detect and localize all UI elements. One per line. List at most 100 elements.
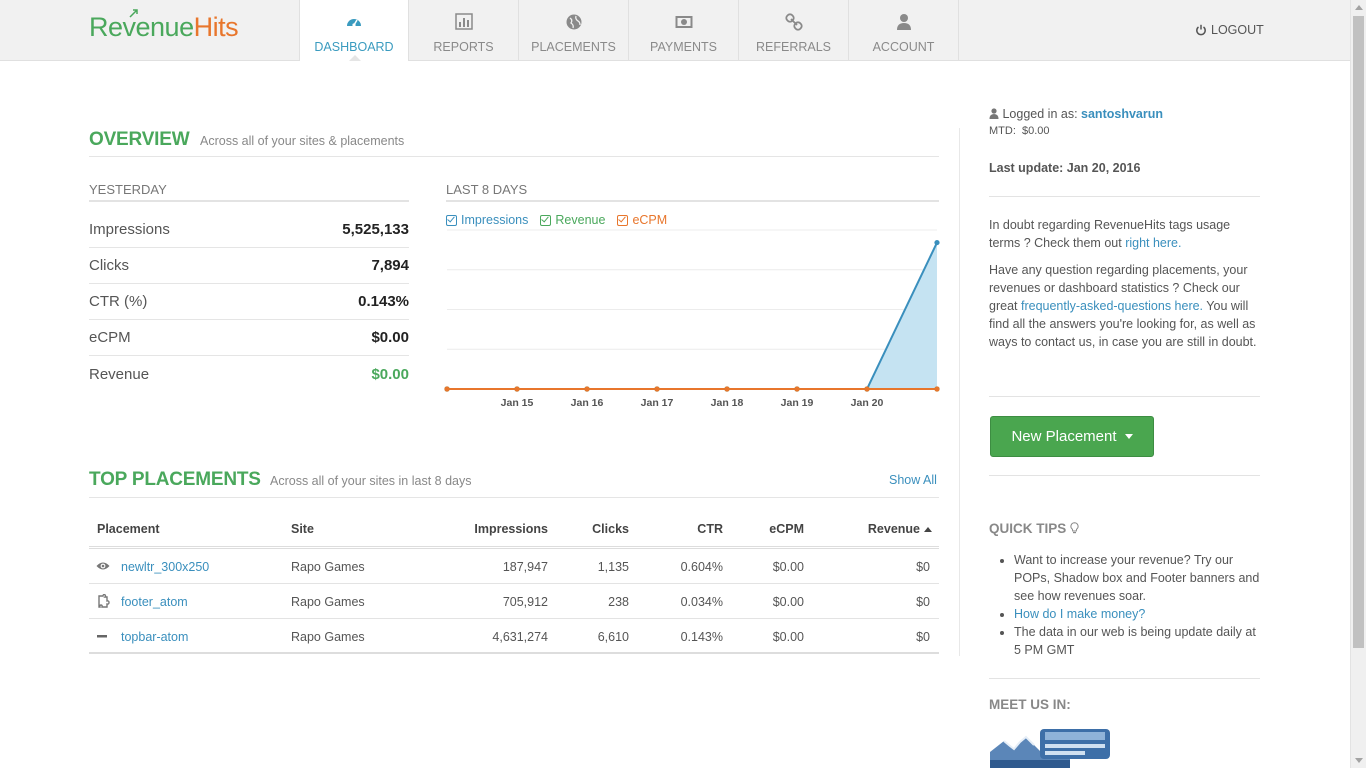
data-point-ecpm bbox=[584, 386, 590, 392]
cell-site: Rapo Games bbox=[291, 630, 365, 644]
data-point-ecpm bbox=[514, 386, 520, 392]
cell-site: Rapo Games bbox=[291, 595, 365, 609]
sidebar-rule bbox=[989, 678, 1260, 679]
logo-text-revenue: Revenue bbox=[89, 12, 194, 42]
tip-item-link[interactable]: How do I make money? bbox=[1014, 605, 1264, 623]
last-8-days-chart: Jan 15 Jan 16 Jan 17 Jan 18 Jan 19 Jan 20 bbox=[444, 229, 940, 409]
placement-link[interactable]: topbar-atom bbox=[121, 630, 188, 644]
data-point-ecpm bbox=[794, 386, 800, 392]
nav-placements[interactable]: PLACEMENTS bbox=[519, 0, 629, 61]
col-header-impressions[interactable]: Impressions bbox=[474, 522, 548, 536]
lightbulb-icon bbox=[1070, 522, 1079, 534]
col-header-ecpm[interactable]: eCPM bbox=[769, 522, 804, 536]
legend-impressions-toggle[interactable]: Impressions bbox=[446, 213, 528, 227]
scroll-thumb[interactable] bbox=[1353, 16, 1364, 648]
cell-revenue: $0 bbox=[916, 630, 930, 644]
cell-revenue: $0 bbox=[916, 560, 930, 574]
logout-label: LOGOUT bbox=[1211, 23, 1264, 37]
link-icon bbox=[739, 13, 848, 31]
logged-in-label: Logged in as: bbox=[1002, 107, 1078, 121]
sidebar-divider bbox=[959, 128, 960, 656]
stat-value: $0.00 bbox=[371, 365, 409, 383]
col-header-placement[interactable]: Placement bbox=[97, 522, 160, 536]
main-nav: DASHBOARD REPORTS PLACEMENTS PAYMENTS RE… bbox=[299, 0, 959, 61]
overview-divider bbox=[89, 156, 939, 157]
eye-icon bbox=[96, 562, 110, 570]
col-header-site[interactable]: Site bbox=[291, 522, 314, 536]
puzzle-icon bbox=[98, 594, 110, 608]
top-placements-divider bbox=[89, 497, 939, 498]
page-scrollbar[interactable] bbox=[1350, 0, 1366, 768]
nav-account[interactable]: ACCOUNT bbox=[849, 0, 959, 61]
tags-usage-text: In doubt regarding RevenueHits tags usag… bbox=[989, 218, 1231, 250]
top-placements-subtitle: Across all of your sites in last 8 days bbox=[270, 474, 472, 488]
col-header-revenue[interactable]: Revenue bbox=[868, 522, 932, 536]
nav-account-label: ACCOUNT bbox=[872, 40, 935, 54]
col-header-clicks[interactable]: Clicks bbox=[592, 522, 629, 536]
checkbox-icon[interactable] bbox=[617, 214, 629, 226]
faq-link[interactable]: frequently-asked-questions here. bbox=[1021, 299, 1203, 313]
caret-down-icon bbox=[1124, 434, 1133, 439]
last-8-days-divider bbox=[446, 200, 939, 202]
data-point-impressions bbox=[934, 239, 940, 246]
how-make-money-link[interactable]: How do I make money? bbox=[1014, 607, 1145, 621]
sort-ascending-icon bbox=[924, 527, 932, 533]
cell-site: Rapo Games bbox=[291, 560, 365, 574]
user-icon bbox=[849, 13, 958, 31]
user-icon bbox=[989, 108, 999, 119]
quick-tips-heading: QUICK TIPS bbox=[989, 521, 1079, 536]
revenuehits-logo[interactable]: RevenueHits bbox=[89, 9, 239, 43]
cell-clicks: 6,610 bbox=[597, 630, 629, 644]
table-row: topbar-atom Rapo Games 4,631,274 6,610 0… bbox=[89, 619, 939, 654]
placement-link[interactable]: footer_atom bbox=[121, 595, 188, 609]
minus-icon bbox=[97, 635, 107, 638]
chart-legend: Impressions Revenue eCPM bbox=[446, 213, 667, 227]
placement-link[interactable]: newltr_300x250 bbox=[121, 560, 209, 574]
scroll-up-arrow-icon[interactable] bbox=[1355, 5, 1363, 10]
last-update: Last update: Jan 20, 2016 bbox=[989, 161, 1141, 175]
data-point-ecpm bbox=[934, 386, 940, 392]
mtd-value: $0.00 bbox=[1022, 125, 1050, 137]
stat-row-ctr: CTR (%) 0.143% bbox=[89, 284, 409, 320]
legend-label: eCPM bbox=[632, 213, 668, 227]
data-point-ecpm bbox=[864, 386, 870, 392]
gauge-icon bbox=[300, 13, 408, 31]
x-tick-label: Jan 15 bbox=[501, 397, 534, 409]
nav-dashboard[interactable]: DASHBOARD bbox=[299, 0, 409, 61]
cell-ecpm: $0.00 bbox=[772, 560, 804, 574]
stat-row-impressions: Impressions 5,525,133 bbox=[89, 212, 409, 248]
x-tick-label: Jan 18 bbox=[711, 397, 744, 409]
username-link[interactable]: santoshvarun bbox=[1081, 107, 1163, 121]
stat-value: 7,894 bbox=[371, 257, 409, 274]
checkbox-icon[interactable] bbox=[540, 214, 552, 226]
col-header-ctr[interactable]: CTR bbox=[697, 522, 723, 536]
logout-button[interactable]: LOGOUT bbox=[1195, 23, 1264, 37]
top-placements-title: TOP PLACEMENTS bbox=[89, 469, 261, 490]
stat-row-ecpm: eCPM $0.00 bbox=[89, 320, 409, 356]
scroll-down-arrow-icon[interactable] bbox=[1355, 758, 1363, 763]
yesterday-label: YESTERDAY bbox=[89, 182, 167, 197]
stat-row-clicks: Clicks 7,894 bbox=[89, 248, 409, 284]
nav-reports[interactable]: REPORTS bbox=[409, 0, 519, 61]
table-row: newltr_300x250 Rapo Games 187,947 1,135 … bbox=[89, 549, 939, 584]
event-banner-image[interactable] bbox=[990, 727, 1110, 768]
data-point-ecpm bbox=[444, 386, 450, 392]
nav-referrals[interactable]: REFERRALS bbox=[739, 0, 849, 61]
new-placement-button[interactable]: New Placement bbox=[990, 416, 1154, 457]
quick-tips-list: Want to increase your revenue? Try our P… bbox=[1014, 551, 1264, 659]
legend-ecpm-toggle[interactable]: eCPM bbox=[617, 213, 667, 227]
logged-in-info: Logged in as: santoshvarun bbox=[989, 105, 1269, 123]
overview-title: OVERVIEW bbox=[89, 129, 190, 150]
x-tick-label: Jan 19 bbox=[781, 397, 814, 409]
cell-clicks: 238 bbox=[608, 595, 629, 609]
show-all-link[interactable]: Show All bbox=[889, 473, 937, 487]
faq-note: Have any question regarding placements, … bbox=[989, 261, 1261, 351]
nav-payments[interactable]: PAYMENTS bbox=[629, 0, 739, 61]
stat-label: Revenue bbox=[89, 365, 150, 383]
legend-revenue-toggle[interactable]: Revenue bbox=[540, 213, 605, 227]
col-header-revenue-label: Revenue bbox=[867, 522, 920, 536]
terms-link[interactable]: right here. bbox=[1125, 236, 1181, 250]
cell-impressions: 187,947 bbox=[502, 560, 548, 574]
checkbox-icon[interactable] bbox=[446, 214, 457, 226]
top-header: RevenueHits DASHBOARD REPORTS PLACEMENTS bbox=[0, 0, 1350, 61]
